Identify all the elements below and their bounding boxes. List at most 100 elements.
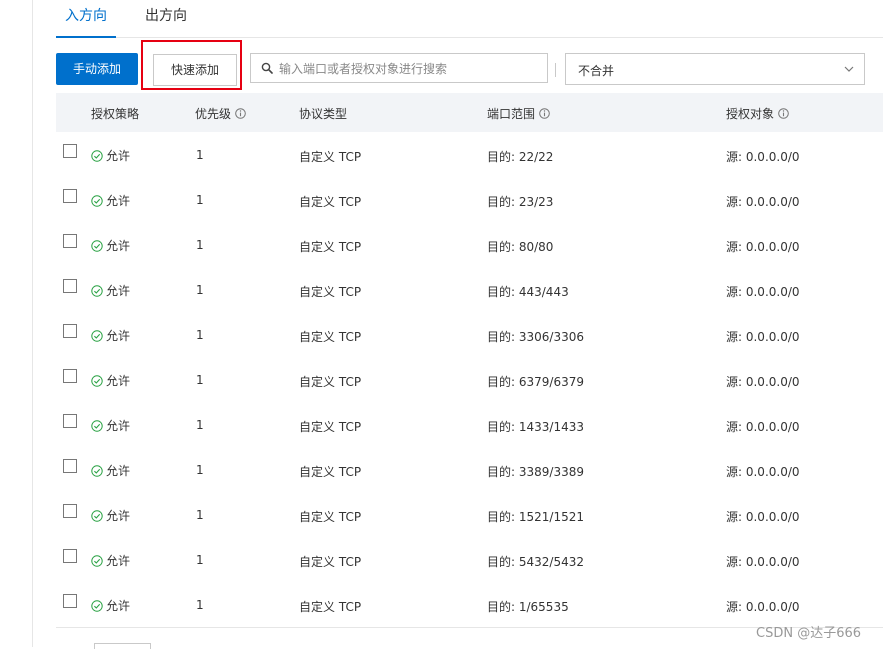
tab-outbound[interactable]: 出方向 <box>136 0 196 37</box>
priority-cell: 1 <box>196 553 204 567</box>
check-circle-icon <box>91 600 103 612</box>
auth-object-cell: 源: 0.0.0.0/0 <box>726 375 800 389</box>
policy-label: 允许 <box>106 554 131 568</box>
info-icon[interactable] <box>235 108 246 119</box>
table-row: 允许 1 自定义 TCP 目的: 22/22 源: 0.0.0.0/0 <box>56 132 883 178</box>
check-circle-icon <box>91 375 103 387</box>
auth-object-cell: 源: 0.0.0.0/0 <box>726 420 800 434</box>
priority-cell: 1 <box>196 148 204 162</box>
header-auth-object-label: 授权对象 <box>726 107 775 121</box>
row-checkbox[interactable] <box>63 324 77 338</box>
check-circle-icon <box>91 555 103 567</box>
protocol-cell: 自定义 TCP <box>299 510 362 524</box>
priority-cell: 1 <box>196 328 204 342</box>
row-checkbox[interactable] <box>63 549 77 563</box>
auth-object-cell: 源: 0.0.0.0/0 <box>726 465 800 479</box>
policy-label: 允许 <box>106 329 131 343</box>
priority-cell: 1 <box>196 463 204 477</box>
row-checkbox[interactable] <box>63 234 77 248</box>
check-circle-icon <box>91 420 103 432</box>
policy-cell: 允许 <box>91 417 130 434</box>
table-header: 授权策略 优先级 协议类型 端口范围 授权对象 <box>56 93 883 133</box>
port-range-cell: 目的: 80/80 <box>487 240 554 254</box>
auth-object-cell: 源: 0.0.0.0/0 <box>726 555 800 569</box>
row-checkbox[interactable] <box>63 144 77 158</box>
protocol-cell: 自定义 TCP <box>299 465 362 479</box>
table-row: 允许 1 自定义 TCP 目的: 3389/3389 源: 0.0.0.0/0 <box>56 447 883 493</box>
merge-select-value: 不合并 <box>578 64 615 78</box>
row-checkbox[interactable] <box>63 414 77 428</box>
auth-object-cell: 源: 0.0.0.0/0 <box>726 195 800 209</box>
policy-label: 允许 <box>106 374 131 388</box>
priority-cell: 1 <box>196 598 204 612</box>
merge-select[interactable]: 不合并 <box>565 53 865 85</box>
table-row: 允许 1 自定义 TCP 目的: 443/443 源: 0.0.0.0/0 <box>56 267 883 313</box>
port-range-cell: 目的: 3389/3389 <box>487 465 584 479</box>
priority-cell: 1 <box>196 373 204 387</box>
port-range-cell: 目的: 443/443 <box>487 285 569 299</box>
port-range-cell: 目的: 1433/1433 <box>487 420 584 434</box>
policy-cell: 允许 <box>91 282 130 299</box>
protocol-cell: 自定义 TCP <box>299 240 362 254</box>
policy-cell: 允许 <box>91 597 130 614</box>
protocol-cell: 自定义 TCP <box>299 600 362 614</box>
row-checkbox[interactable] <box>63 459 77 473</box>
policy-cell: 允许 <box>91 237 130 254</box>
direction-tabs: 入方向 出方向 <box>56 0 883 38</box>
row-checkbox[interactable] <box>63 504 77 518</box>
info-icon[interactable] <box>778 108 789 119</box>
header-port-range: 端口范围 <box>487 105 550 122</box>
auth-object-cell: 源: 0.0.0.0/0 <box>726 150 800 164</box>
header-policy: 授权策略 <box>91 107 140 121</box>
priority-cell: 1 <box>196 238 204 252</box>
row-checkbox[interactable] <box>63 594 77 608</box>
policy-cell: 允许 <box>91 507 130 524</box>
row-checkbox[interactable] <box>63 369 77 383</box>
table-row: 允许 1 自定义 TCP 目的: 5432/5432 源: 0.0.0.0/0 <box>56 537 883 583</box>
port-range-cell: 目的: 6379/6379 <box>487 375 584 389</box>
pagination-stub[interactable] <box>94 643 151 649</box>
priority-cell: 1 <box>196 193 204 207</box>
priority-cell: 1 <box>196 508 204 522</box>
info-icon[interactable] <box>539 108 550 119</box>
check-circle-icon <box>91 240 103 252</box>
policy-label: 允许 <box>106 599 131 613</box>
manual-add-button[interactable]: 手动添加 <box>56 53 138 85</box>
auth-object-cell: 源: 0.0.0.0/0 <box>726 600 800 614</box>
port-range-cell: 目的: 3306/3306 <box>487 330 584 344</box>
priority-cell: 1 <box>196 418 204 432</box>
search-input[interactable] <box>277 58 541 80</box>
protocol-cell: 自定义 TCP <box>299 330 362 344</box>
policy-cell: 允许 <box>91 462 130 479</box>
table-row: 允许 1 自定义 TCP 目的: 80/80 源: 0.0.0.0/0 <box>56 222 883 268</box>
check-circle-icon <box>91 195 103 207</box>
left-rail <box>0 0 33 647</box>
row-checkbox[interactable] <box>63 189 77 203</box>
header-priority-label: 优先级 <box>195 107 232 121</box>
auth-object-cell: 源: 0.0.0.0/0 <box>726 240 800 254</box>
row-checkbox[interactable] <box>63 279 77 293</box>
policy-label: 允许 <box>106 149 131 163</box>
auth-object-cell: 源: 0.0.0.0/0 <box>726 330 800 344</box>
policy-label: 允许 <box>106 239 131 253</box>
search-icon <box>261 62 273 74</box>
policy-cell: 允许 <box>91 552 130 569</box>
search-box[interactable] <box>250 53 548 83</box>
protocol-cell: 自定义 TCP <box>299 420 362 434</box>
policy-label: 允许 <box>106 464 131 478</box>
check-circle-icon <box>91 330 103 342</box>
policy-label: 允许 <box>106 284 131 298</box>
table-row: 允许 1 自定义 TCP 目的: 6379/6379 源: 0.0.0.0/0 <box>56 357 883 403</box>
quick-add-button[interactable]: 快速添加 <box>153 54 237 86</box>
check-circle-icon <box>91 510 103 522</box>
tab-inbound[interactable]: 入方向 <box>56 0 116 38</box>
check-circle-icon <box>91 150 103 162</box>
port-range-cell: 目的: 22/22 <box>487 150 554 164</box>
port-range-cell: 目的: 1521/1521 <box>487 510 584 524</box>
policy-cell: 允许 <box>91 192 130 209</box>
watermark: CSDN @达子666 <box>756 626 862 641</box>
header-priority: 优先级 <box>195 105 246 122</box>
auth-object-cell: 源: 0.0.0.0/0 <box>726 285 800 299</box>
policy-label: 允许 <box>106 194 131 208</box>
policy-cell: 允许 <box>91 327 130 344</box>
